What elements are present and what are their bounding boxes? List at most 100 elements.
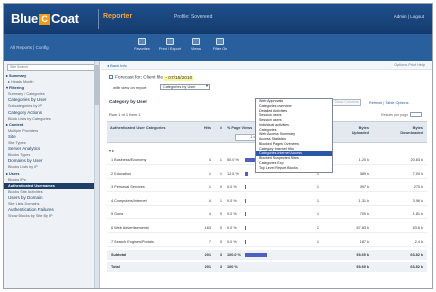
table-row[interactable]: 6 Web Advertisements 163 0 0.0 % 1 87.83 k 53.… <box>107 223 427 233</box>
cell-percent: 0.0 % <box>227 226 237 230</box>
cell-percent: 50.0 % <box>227 158 239 162</box>
cell-bytes-up: 93.69 k <box>356 265 369 270</box>
filter-button[interactable]: Filter On <box>208 38 232 51</box>
view-label: with view on report <box>113 85 147 90</box>
dropdown-option[interactable]: Top Level Report Blocks <box>256 166 332 171</box>
results-input[interactable] <box>410 112 423 117</box>
cell-bytes-down: 20.83 k <box>410 158 423 162</box>
favorites-button[interactable]: Favorites <box>130 38 154 51</box>
rows-info: Row 1 of 1 Item 1 <box>109 112 141 117</box>
report-icon <box>109 75 113 79</box>
sidebar-item[interactable]: Show Blocks by Site By IP <box>4 213 94 219</box>
cell-bytes-up: 397 k <box>359 185 369 190</box>
subtotal-row[interactable]: Subtotal 201 3 100.0 % 93.69 k 63.82 k <box>107 250 427 261</box>
title-date: - 07/15/2010 <box>164 75 194 81</box>
cell-percent: 0.0 % <box>227 212 237 217</box>
filter-icon <box>216 38 224 45</box>
print-export-label: Print / Export <box>159 47 181 51</box>
logo-text-right: Coat <box>50 11 79 26</box>
cell-hits: 1 <box>208 185 211 190</box>
table-links[interactable]: Refresh | Table Options <box>369 101 409 105</box>
table-row[interactable]: 3 Personal Services 1 0 0.0 % 1 397 k 270 k <box>107 182 427 193</box>
sidebar-report-list: ▸ Summary ▸ Heads Month ▾ Filtering Sumnary… <box>4 73 94 219</box>
sidebar-scrollbar[interactable] <box>94 61 99 288</box>
expand-toggle[interactable]: ▾ ▸ <box>109 148 114 153</box>
cell-bytes-up: 1.31 k <box>358 198 369 203</box>
cell-sessions: 1 <box>316 239 319 244</box>
page-views-bar <box>245 239 246 244</box>
cell-bytes-down: 2.4 k <box>414 239 423 244</box>
report-view-dropdown[interactable]: Web Approvals Categories overview Detailed… <box>255 98 333 173</box>
table-row[interactable]: 5 Guns 4 0 0.0 % 1 700 k 1.81 k <box>107 209 427 220</box>
cell-sessions: 1 <box>316 198 319 203</box>
cell-percent: 0.0 % <box>227 198 237 203</box>
report-sidebar: Site Search ▸ Summary ▸ Heads Month ▾ Filt… <box>4 61 100 288</box>
cell-hits: 163 <box>204 226 211 230</box>
cell-percent: 100.0 % <box>227 253 241 258</box>
table-row[interactable]: 4 Computers/Internet 4 1 0.0 % 1 1.31 k 3.96 k <box>107 196 427 206</box>
cell-category: 5 Guns <box>111 212 124 217</box>
report-panel: ◂ Back Info Options Print Help Forecast … <box>101 61 432 288</box>
cell-category: 1 Business/Economy <box>111 158 147 162</box>
table-row[interactable]: 7 Search Engines/Portals 7 0 0.0 % 1 187 k 2.4… <box>107 237 427 247</box>
breadcrumb[interactable]: All Reports | Conflg <box>10 45 49 50</box>
cell-hits: 4 <box>208 158 211 162</box>
total-row[interactable]: Total 201 3 100 % 93.69 k 63.82 k <box>107 262 427 273</box>
results-label: Results per page <box>381 113 409 117</box>
cell-hits: 7 <box>208 239 211 244</box>
cell-bytes-down: 3.96 k <box>412 198 423 203</box>
report-title: Forecast for: Client file - 07/15/2010 <box>109 75 194 81</box>
cell-hits: 1 <box>208 171 211 176</box>
cell-sessions: 1 <box>316 212 319 217</box>
col-bytes-down[interactable]: Bytes Downloaded <box>393 126 423 135</box>
cell-count: 0 <box>219 212 222 217</box>
col-page-views[interactable]: % Page Views <box>227 126 253 131</box>
cell-bytes-up: 187 k <box>359 239 369 244</box>
cell-sessions: 1 <box>316 185 319 190</box>
col-bytes-up[interactable]: Bytes Uploaded <box>345 126 369 135</box>
report-options-links[interactable]: Options Print Help <box>394 63 425 67</box>
brand-logo: Blue C Coat <box>11 11 79 26</box>
col-user-categories[interactable]: Authenticated User Categories <box>110 126 170 131</box>
logo-text-left: Blue <box>11 11 38 26</box>
cell-category: 6 Web Advertisements <box>111 226 149 230</box>
show-columns-button[interactable]: Show Columns <box>332 99 361 106</box>
report-view-select[interactable]: Categories by User <box>160 84 210 90</box>
print-export-button[interactable]: Print / Export <box>158 38 182 51</box>
admin-logout-links[interactable]: Admin | Logout <box>394 14 424 19</box>
cell-category: 7 Search Engines/Portals <box>111 239 154 244</box>
cell-category: Subtotal <box>111 253 127 258</box>
cell-bytes-up: 87.83 k <box>356 226 369 230</box>
cell-category: Total <box>111 265 120 270</box>
col-count[interactable]: # <box>212 126 222 131</box>
cell-sessions: 1 <box>316 226 319 230</box>
cell-category: 2 Education <box>111 171 132 176</box>
cell-hits: 4 <box>208 198 211 203</box>
logo-box: C <box>38 14 50 25</box>
filter-label: Filter On <box>212 47 228 51</box>
views-icon <box>192 38 200 45</box>
cell-hits: 201 <box>204 265 211 270</box>
cell-bytes-up: 700 k <box>359 212 369 217</box>
col-hits[interactable]: Hits <box>199 126 211 131</box>
sidebar-scroll-thumb[interactable] <box>94 65 99 105</box>
view-selector-row: with view on report Categories by User <box>113 84 210 90</box>
cell-bytes-down: 63.82 k <box>410 253 423 258</box>
top-header: Blue C Coat Reporter Profile: Sovereed Adm… <box>4 4 432 34</box>
favorites-label: Favorites <box>134 47 150 51</box>
cell-count: 1 <box>219 171 222 176</box>
app-window: Blue C Coat Reporter Profile: Sovereed Adm… <box>3 3 433 289</box>
cell-bytes-up: 389 k <box>359 171 369 176</box>
report-nav-bar: ◂ Back Info Options Print Help <box>101 61 432 70</box>
cell-percent: 0.0 % <box>227 239 237 244</box>
page-views-bar <box>245 198 246 203</box>
back-link[interactable]: ◂ Back Info <box>107 63 127 68</box>
star-icon <box>138 38 146 45</box>
page-views-bar <box>245 212 246 217</box>
cell-count: 0 <box>219 226 222 230</box>
sidebar-search-input[interactable]: Site Search <box>7 64 95 71</box>
cell-count: 0 <box>219 185 222 190</box>
cell-count: 0 <box>219 239 222 244</box>
product-name: Reporter <box>103 13 133 20</box>
views-button[interactable]: Views <box>184 38 208 51</box>
